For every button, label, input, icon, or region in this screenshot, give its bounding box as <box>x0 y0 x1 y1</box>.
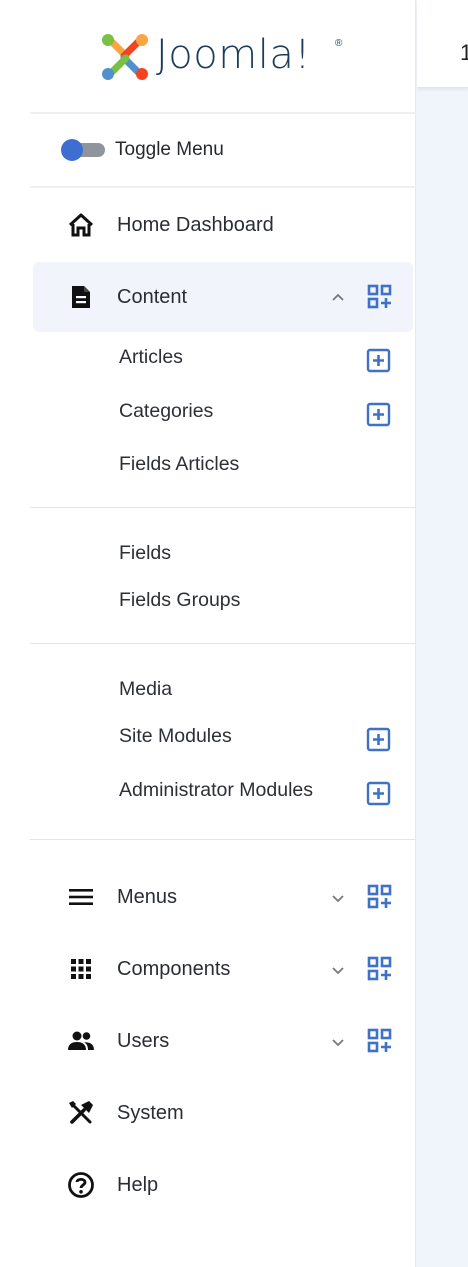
joomla-logo-icon <box>102 34 148 80</box>
submenu-media[interactable]: Media <box>119 678 172 701</box>
divider <box>30 186 416 188</box>
divider <box>30 839 416 840</box>
submenu-fields-articles[interactable]: Fields Articles <box>119 453 239 476</box>
nav-item-components[interactable]: Components <box>33 939 413 999</box>
chevron-down-icon[interactable] <box>330 890 346 906</box>
sidebar: Joomla! ® Toggle Menu Home Dashboard Con… <box>0 0 416 1267</box>
toggle-menu-label[interactable]: Toggle Menu <box>115 139 224 161</box>
logo-wordmark: Joomla! <box>156 32 311 78</box>
nav-item-content[interactable]: Content <box>33 262 413 332</box>
divider <box>30 507 416 508</box>
submenu-categories[interactable]: Categories <box>119 400 213 423</box>
submenu-administrator-modules[interactable]: Administrator Modules <box>119 779 313 802</box>
nav-label: System <box>117 1102 184 1124</box>
divider <box>30 643 416 644</box>
header-bar: 1 <box>417 0 468 88</box>
submenu-site-modules[interactable]: Site Modules <box>119 725 232 748</box>
nav-label: Home Dashboard <box>117 214 274 236</box>
hamburger-icon <box>67 883 95 911</box>
nav-label: Content <box>117 286 188 308</box>
nav-label: Users <box>117 1030 170 1052</box>
toggle-menu-switch[interactable] <box>61 139 105 161</box>
dashboard-add-icon[interactable] <box>367 1028 393 1054</box>
dashboard-add-icon[interactable] <box>367 956 393 982</box>
home-icon <box>67 211 95 239</box>
submenu-articles[interactable]: Articles <box>119 346 183 369</box>
chevron-up-icon[interactable] <box>330 290 346 306</box>
nav-item-menus[interactable]: Menus <box>33 867 413 927</box>
dashboard-add-icon[interactable] <box>367 284 393 310</box>
joomla-logo[interactable]: Joomla! ® <box>98 30 358 86</box>
nav-item-system[interactable]: System <box>33 1083 413 1143</box>
add-category-icon[interactable] <box>366 402 391 427</box>
chevron-down-icon[interactable] <box>330 1034 346 1050</box>
nav-label: Components <box>117 958 231 980</box>
submenu-fields-groups[interactable]: Fields Groups <box>119 589 240 612</box>
nav-label: Menus <box>117 886 178 908</box>
logo-registered: ® <box>335 38 343 49</box>
nav-item-home-dashboard[interactable]: Home Dashboard <box>33 195 413 255</box>
dashboard-add-icon[interactable] <box>367 884 393 910</box>
divider <box>30 112 416 114</box>
add-article-icon[interactable] <box>366 348 391 373</box>
document-icon <box>67 283 95 311</box>
add-admin-module-icon[interactable] <box>366 781 391 806</box>
toggle-knob <box>61 139 83 161</box>
tools-icon <box>67 1099 95 1127</box>
chevron-down-icon[interactable] <box>330 962 346 978</box>
add-site-module-icon[interactable] <box>366 727 391 752</box>
users-icon <box>67 1027 95 1055</box>
grid-icon <box>67 955 95 983</box>
help-icon <box>67 1171 95 1199</box>
nav-item-users[interactable]: Users <box>33 1011 413 1071</box>
header-title-fragment: 1 <box>460 40 468 65</box>
submenu-fields[interactable]: Fields <box>119 542 171 565</box>
nav-label: Help <box>117 1174 159 1196</box>
nav-item-help[interactable]: Help <box>33 1155 413 1215</box>
